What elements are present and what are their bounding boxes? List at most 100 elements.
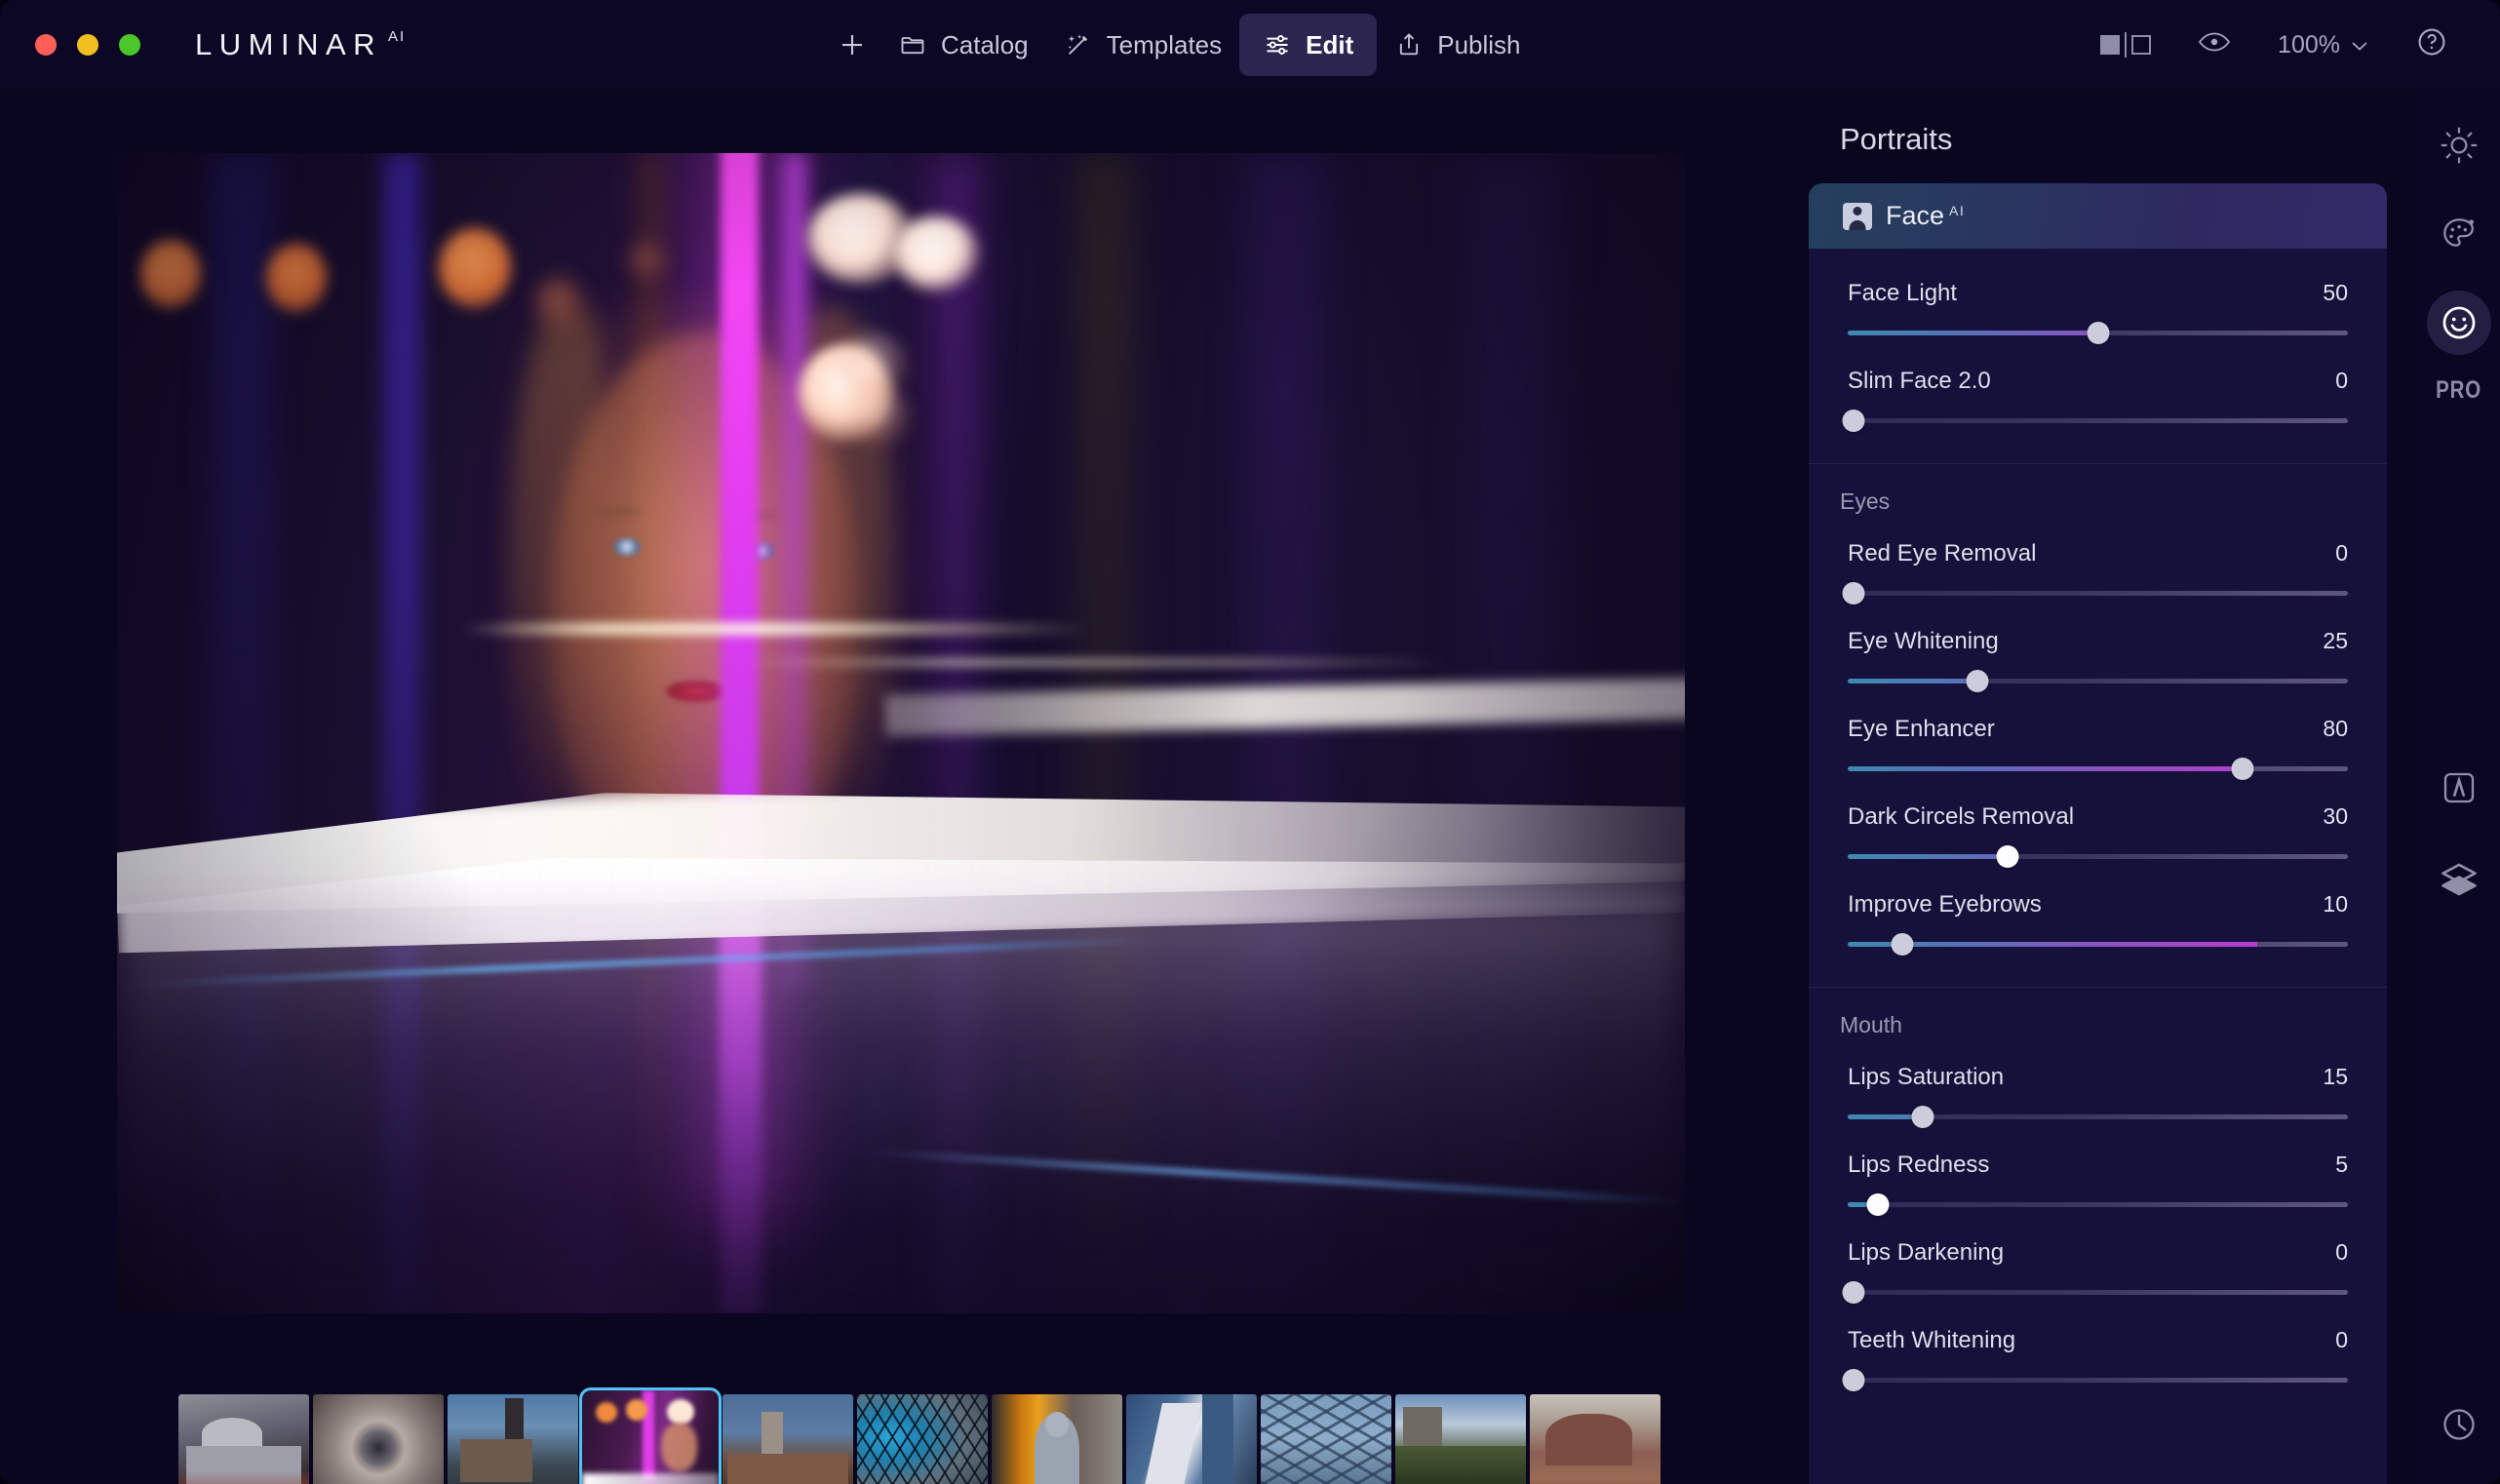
list-item[interactable]: [1126, 1394, 1257, 1484]
palette-icon: [2440, 215, 2479, 254]
rail-item-pro[interactable]: PRO: [2437, 376, 2482, 405]
slider-track[interactable]: [1842, 410, 2348, 432]
zoom-level-value: 100%: [2278, 30, 2340, 59]
slider-track[interactable]: [1842, 582, 2348, 605]
rail-item-portrait[interactable]: [2427, 291, 2491, 355]
rail-item-layers[interactable]: [2427, 847, 2491, 912]
slider-track[interactable]: [1848, 1193, 2348, 1216]
before-after-icon: [2100, 32, 2152, 58]
slider-lips-redness: Lips Redness 5: [1848, 1126, 2348, 1216]
slider-track[interactable]: [1848, 322, 2348, 344]
face-tool-header[interactable]: Face AI: [1809, 183, 2387, 249]
tab-templates-label: Templates: [1106, 29, 1223, 59]
slider-track[interactable]: [1848, 758, 2348, 780]
face-tool-title: Face AI: [1886, 201, 1965, 231]
portraits-panel: Portraits Face AI Face Light 50 Slim Fac…: [1809, 90, 2418, 1484]
main-photo-preview[interactable]: [117, 153, 1685, 1313]
tab-publish-label: Publish: [1437, 29, 1521, 59]
tab-edit-label: Edit: [1306, 29, 1354, 59]
slider-label: Teeth Whitening: [1848, 1327, 2016, 1353]
tools-rail: PRO: [2418, 90, 2500, 1484]
tab-catalog[interactable]: Catalog: [880, 15, 1046, 75]
section-eyes: Eyes Red Eye Removal 0 Eye Whitening 25 …: [1809, 463, 2387, 987]
question-circle-icon: [2416, 26, 2447, 64]
smiley-icon: [2439, 302, 2480, 343]
app-logo-text: LUMINAR: [195, 27, 383, 61]
list-item[interactable]: [1530, 1394, 1660, 1484]
slider-track[interactable]: [1842, 1281, 2348, 1304]
add-photos-button[interactable]: [824, 15, 880, 75]
window-controls: [35, 34, 140, 56]
slider-red-eye-removal: Red Eye Removal 0: [1842, 515, 2348, 605]
section-mouth-label: Mouth: [1840, 1012, 1902, 1037]
slider-value: 0: [2335, 540, 2348, 566]
list-item[interactable]: [448, 1394, 578, 1484]
section-eyes-label: Eyes: [1840, 488, 1891, 514]
layers-icon: [2439, 859, 2480, 900]
toolbar-right-controls: 100%: [2077, 0, 2471, 90]
canvas-icon: [2440, 768, 2479, 807]
preview-toggle-button[interactable]: [2174, 16, 2254, 74]
slider-slim-face: Slim Face 2.0 0: [1842, 342, 2348, 463]
list-item[interactable]: [579, 1387, 722, 1484]
slider-value: 15: [2323, 1064, 2348, 1089]
folder-icon: [898, 30, 927, 59]
clock-icon: [2440, 1405, 2479, 1444]
slider-track[interactable]: [1848, 845, 2348, 868]
maximize-window-button[interactable]: [119, 34, 140, 56]
main-navigation: Catalog Templates Edit Publish: [824, 0, 1539, 90]
tab-templates[interactable]: Templates: [1046, 15, 1240, 75]
slider-label: Eye Whitening: [1848, 628, 1999, 654]
help-button[interactable]: [2393, 16, 2471, 74]
slider-dark-circles-removal: Dark Circels Removal 30: [1848, 778, 2348, 868]
tab-publish[interactable]: Publish: [1377, 15, 1538, 75]
list-item[interactable]: [1261, 1394, 1391, 1484]
section-face: Face Light 50 Slim Face 2.0 0: [1809, 249, 2387, 463]
rail-item-canvas[interactable]: [2427, 756, 2491, 820]
face-tool-ai-badge: AI: [1949, 203, 1966, 218]
zoom-level-dropdown[interactable]: 100%: [2254, 16, 2393, 74]
slider-value: 0: [2335, 1327, 2348, 1352]
slider-improve-eyebrows: Improve Eyebrows 10: [1848, 866, 2348, 987]
app-logo-superscript: AI: [388, 28, 407, 45]
slider-value: 5: [2335, 1152, 2348, 1177]
list-item[interactable]: [178, 1394, 309, 1484]
wand-icon: [1064, 30, 1093, 59]
face-tool-card: Face AI Face Light 50 Slim Face 2.0 0 Ey…: [1809, 183, 2387, 1484]
list-item[interactable]: [723, 1394, 853, 1484]
tab-edit[interactable]: Edit: [1239, 14, 1378, 76]
app-logo: LUMINAR AI: [195, 27, 406, 62]
list-item[interactable]: [992, 1394, 1122, 1484]
section-face-sliders: Face Light 50 Slim Face 2.0 0: [1809, 249, 2387, 463]
rail-item-history[interactable]: [2427, 1392, 2491, 1457]
slider-value: 0: [2335, 1239, 2348, 1265]
eye-icon: [2198, 29, 2231, 61]
minimize-window-button[interactable]: [77, 34, 98, 56]
rail-item-essentials[interactable]: [2427, 113, 2491, 177]
rail-item-creative[interactable]: [2427, 202, 2491, 266]
close-window-button[interactable]: [35, 34, 57, 56]
slider-lips-saturation: Lips Saturation 15: [1848, 1038, 2348, 1128]
slider-label: Dark Circels Removal: [1848, 803, 2075, 830]
slider-label: Red Eye Removal: [1848, 540, 2037, 566]
slider-track[interactable]: [1848, 1106, 2348, 1128]
slider-track[interactable]: [1848, 933, 2348, 956]
list-item[interactable]: [1395, 1394, 1526, 1484]
slider-track[interactable]: [1848, 670, 2348, 692]
slider-label: Eye Enhancer: [1848, 716, 1995, 742]
slider-lips-darkening: Lips Darkening 0: [1842, 1214, 2348, 1304]
slider-label: Lips Saturation: [1848, 1064, 2005, 1090]
slider-value: 25: [2323, 628, 2348, 653]
slider-label: Lips Darkening: [1848, 1239, 2005, 1266]
tab-catalog-label: Catalog: [941, 29, 1029, 59]
list-item[interactable]: [313, 1394, 444, 1484]
slider-label: Lips Redness: [1848, 1152, 1990, 1178]
slider-eye-enhancer: Eye Enhancer 80: [1848, 690, 2348, 780]
slider-track[interactable]: [1842, 1369, 2348, 1391]
share-icon: [1394, 30, 1424, 59]
slider-eye-whitening: Eye Whitening 25: [1848, 603, 2348, 692]
compare-view-button[interactable]: [2077, 16, 2174, 74]
list-item[interactable]: [857, 1394, 988, 1484]
slider-value: 30: [2323, 803, 2348, 829]
slider-value: 80: [2323, 716, 2348, 741]
